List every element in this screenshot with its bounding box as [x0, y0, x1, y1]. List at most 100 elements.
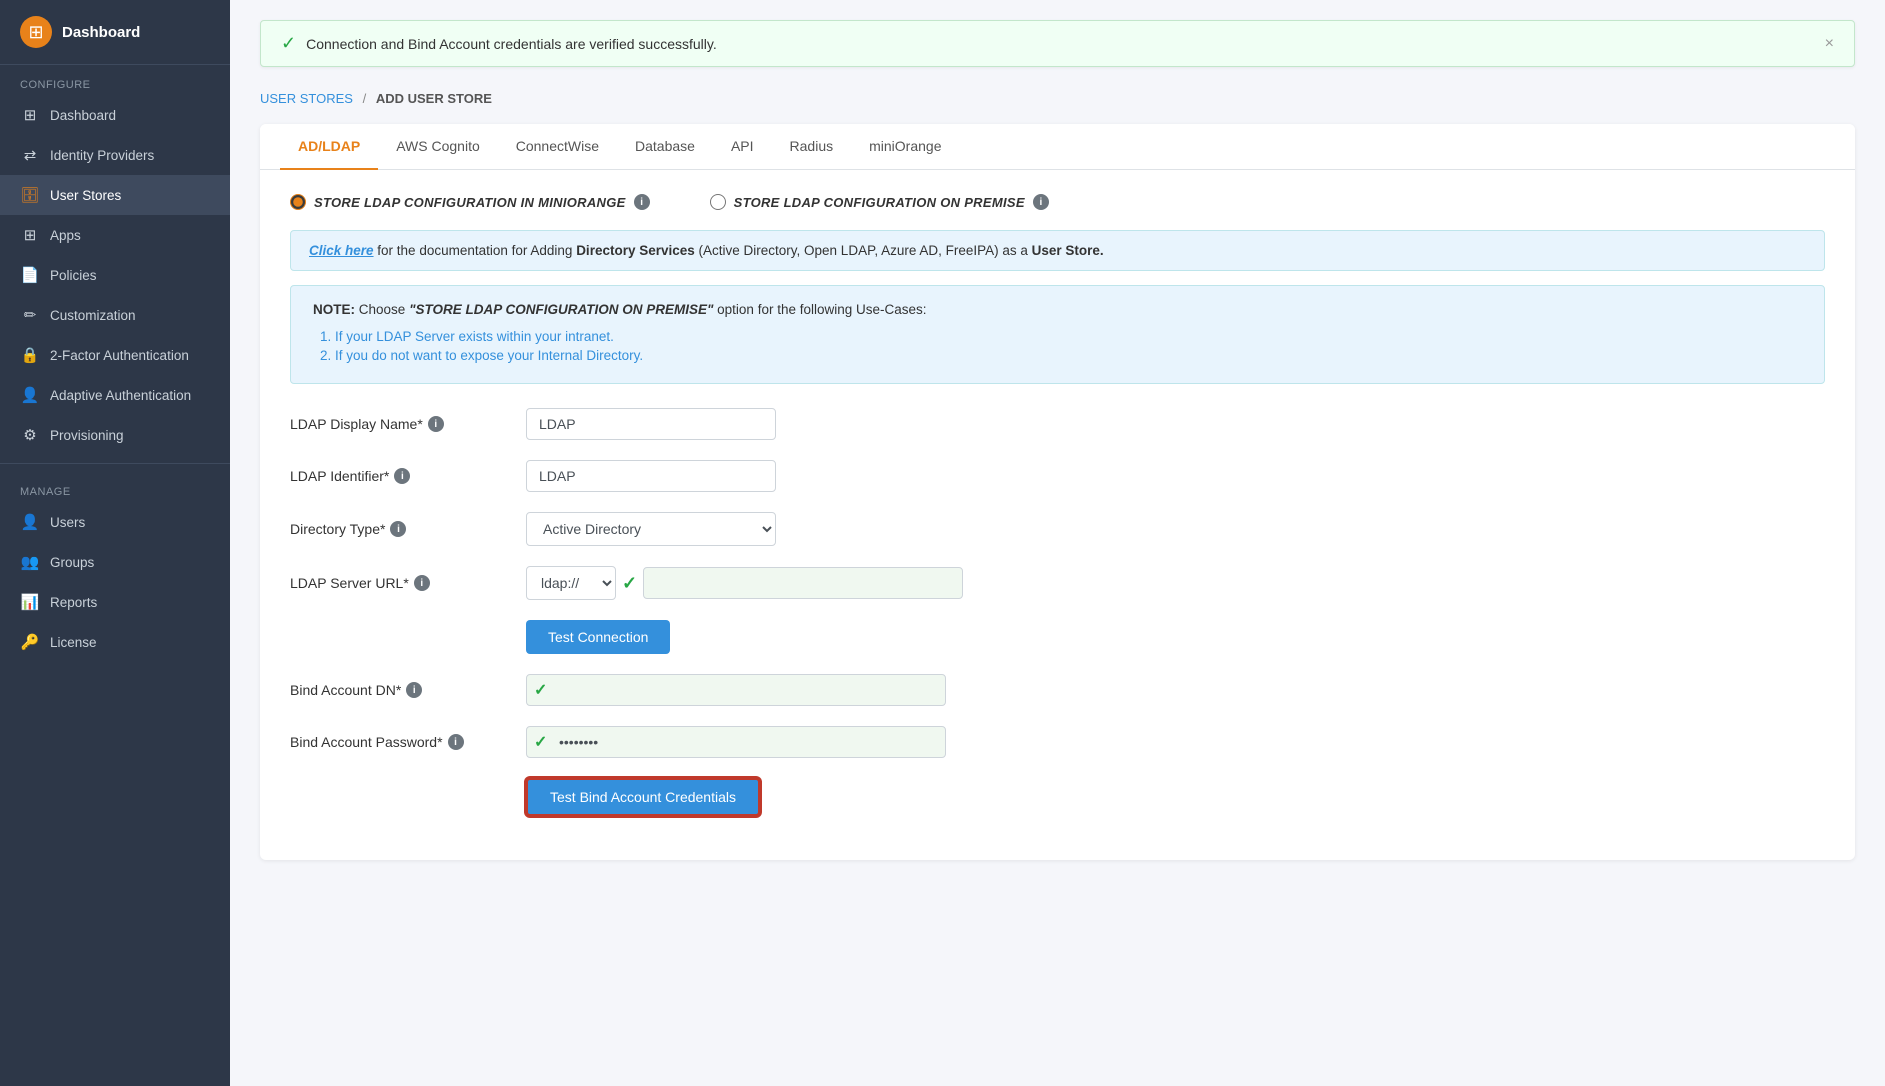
note-after: option for the following Use-Cases:	[717, 302, 926, 317]
bind-account-dn-label: Bind Account DN* i	[290, 682, 510, 698]
sidebar-item-label: Adaptive Authentication	[50, 388, 191, 403]
ldap-protocol-select[interactable]: ldap:// ldaps://	[526, 566, 616, 600]
success-banner-left: ✓ Connection and Bind Account credential…	[281, 33, 717, 54]
note-list: If your LDAP Server exists within your i…	[313, 329, 1802, 363]
test-connection-button[interactable]: Test Connection	[526, 620, 670, 654]
form-content: STORE LDAP CONFIGURATION IN MINIORANGE i…	[260, 170, 1855, 860]
bind-account-password-info-icon: i	[448, 734, 464, 750]
bind-account-dn-info-icon: i	[406, 682, 422, 698]
sidebar-logo: ⊞ Dashboard	[0, 0, 230, 65]
sidebar-item-groups[interactable]: 👥 Groups	[0, 542, 230, 582]
sidebar-item-label: Policies	[50, 268, 97, 283]
sidebar-item-identity-providers[interactable]: ⇄ Identity Providers	[0, 135, 230, 175]
sidebar-item-label: Customization	[50, 308, 136, 323]
tab-radius[interactable]: Radius	[772, 124, 852, 170]
radio-option-miniorange[interactable]: STORE LDAP CONFIGURATION IN MINIORANGE i	[290, 194, 650, 210]
ldap-display-name-info-icon: i	[428, 416, 444, 432]
info-premise-icon: i	[1033, 194, 1049, 210]
sidebar-item-label: User Stores	[50, 188, 121, 203]
ldap-server-check-icon: ✓	[622, 573, 637, 594]
bind-account-password-row: Bind Account Password* i ✓	[290, 726, 1825, 758]
sidebar: ⊞ Dashboard Configure ⊞ Dashboard ⇄ Iden…	[0, 0, 230, 1086]
manage-label: Manage	[0, 472, 230, 502]
sidebar-item-license[interactable]: 🔑 License	[0, 622, 230, 662]
bind-account-password-label-text: Bind Account Password*	[290, 734, 443, 750]
sidebar-item-apps[interactable]: ⊞ Apps	[0, 215, 230, 255]
breadcrumb-link[interactable]: USER STORES	[260, 91, 353, 106]
test-connection-row: Test Connection	[526, 620, 1825, 654]
tab-adldap[interactable]: AD/LDAP	[280, 124, 378, 170]
directory-type-label: Directory Type* i	[290, 521, 510, 537]
info-miniorange-icon: i	[634, 194, 650, 210]
bind-account-password-input[interactable]	[526, 726, 946, 758]
ldap-server-url-label: LDAP Server URL* i	[290, 575, 510, 591]
sidebar-divider	[0, 463, 230, 464]
tab-aws-cognito[interactable]: AWS Cognito	[378, 124, 498, 170]
groups-icon: 👥	[20, 552, 40, 572]
success-icon: ✓	[281, 33, 296, 54]
note-title: NOTE:	[313, 302, 355, 317]
sidebar-item-reports[interactable]: 📊 Reports	[0, 582, 230, 622]
sidebar-item-label: 2-Factor Authentication	[50, 348, 189, 363]
bind-account-password-label: Bind Account Password* i	[290, 734, 510, 750]
main-content: ✓ Connection and Bind Account credential…	[230, 0, 1885, 1086]
breadcrumb-current: ADD USER STORE	[376, 91, 492, 106]
note-highlight: "STORE LDAP CONFIGURATION ON PREMISE"	[409, 302, 713, 317]
sidebar-item-customization[interactable]: ✏ Customization	[0, 295, 230, 335]
ldap-identifier-label: LDAP Identifier* i	[290, 468, 510, 484]
dashboard-icon: ⊞	[20, 105, 40, 125]
info-box-text2: (Active Directory, Open LDAP, Azure AD, …	[695, 243, 1032, 258]
ldap-server-input[interactable]	[643, 567, 963, 599]
sidebar-item-provisioning[interactable]: ⚙ Provisioning	[0, 415, 230, 455]
directory-type-row: Directory Type* i Active Directory OpenL…	[290, 512, 1825, 546]
bind-account-dn-label-text: Bind Account DN*	[290, 682, 401, 698]
ldap-display-name-input[interactable]	[526, 408, 776, 440]
sidebar-item-label: Apps	[50, 228, 81, 243]
sidebar-item-label: Provisioning	[50, 428, 124, 443]
ldap-identifier-info-icon: i	[394, 468, 410, 484]
bind-account-dn-input[interactable]	[526, 674, 946, 706]
ldap-display-name-row: LDAP Display Name* i	[290, 408, 1825, 440]
tab-connectwise[interactable]: ConnectWise	[498, 124, 617, 170]
radio-option-premise[interactable]: STORE LDAP CONFIGURATION ON PREMISE i	[710, 194, 1049, 210]
bind-account-password-check-icon: ✓	[534, 732, 547, 752]
ldap-identifier-input[interactable]	[526, 460, 776, 492]
tab-database[interactable]: Database	[617, 124, 713, 170]
directory-type-select[interactable]: Active Directory OpenLDAP Azure AD FreeI…	[526, 512, 776, 546]
radio-miniorange-input[interactable]	[290, 194, 306, 210]
tab-api[interactable]: API	[713, 124, 772, 170]
tabs-container: AD/LDAP AWS Cognito ConnectWise Database…	[260, 124, 1855, 170]
radio-premise-input[interactable]	[710, 194, 726, 210]
sidebar-item-policies[interactable]: 📄 Policies	[0, 255, 230, 295]
bind-account-dn-row: Bind Account DN* i ✓	[290, 674, 1825, 706]
sidebar-item-label: Identity Providers	[50, 148, 154, 163]
close-banner-button[interactable]: ×	[1825, 35, 1834, 53]
2fa-icon: 🔒	[20, 345, 40, 365]
sidebar-item-dashboard[interactable]: ⊞ Dashboard	[0, 95, 230, 135]
radio-group: STORE LDAP CONFIGURATION IN MINIORANGE i…	[290, 194, 1825, 210]
note-item-2: If you do not want to expose your Intern…	[335, 348, 1802, 363]
users-icon: 👤	[20, 512, 40, 532]
ldap-server-url-info-icon: i	[414, 575, 430, 591]
ldap-server-url-label-text: LDAP Server URL*	[290, 575, 409, 591]
test-bind-credentials-button[interactable]: Test Bind Account Credentials	[526, 778, 760, 816]
policies-icon: 📄	[20, 265, 40, 285]
tab-miniorange[interactable]: miniOrange	[851, 124, 959, 170]
license-icon: 🔑	[20, 632, 40, 652]
info-box-link[interactable]: Click here	[309, 243, 374, 258]
test-bind-row: Test Bind Account Credentials	[526, 778, 1825, 816]
logo-icon: ⊞	[20, 16, 52, 48]
sidebar-item-adaptive-auth[interactable]: 👤 Adaptive Authentication	[0, 375, 230, 415]
sidebar-item-label: Reports	[50, 595, 97, 610]
directory-type-info-icon: i	[390, 521, 406, 537]
ldap-url-row: ldap:// ldaps:// ✓	[526, 566, 963, 600]
breadcrumb: USER STORES / ADD USER STORE	[260, 91, 1855, 106]
sidebar-item-label: Dashboard	[50, 108, 116, 123]
success-message: Connection and Bind Account credentials …	[306, 36, 717, 52]
directory-type-label-text: Directory Type*	[290, 521, 385, 537]
note-intro: Choose	[359, 302, 409, 317]
sidebar-item-user-stores[interactable]: 🗄 User Stores	[0, 175, 230, 215]
configure-label: Configure	[0, 65, 230, 95]
sidebar-item-users[interactable]: 👤 Users	[0, 502, 230, 542]
sidebar-item-2fa[interactable]: 🔒 2-Factor Authentication	[0, 335, 230, 375]
